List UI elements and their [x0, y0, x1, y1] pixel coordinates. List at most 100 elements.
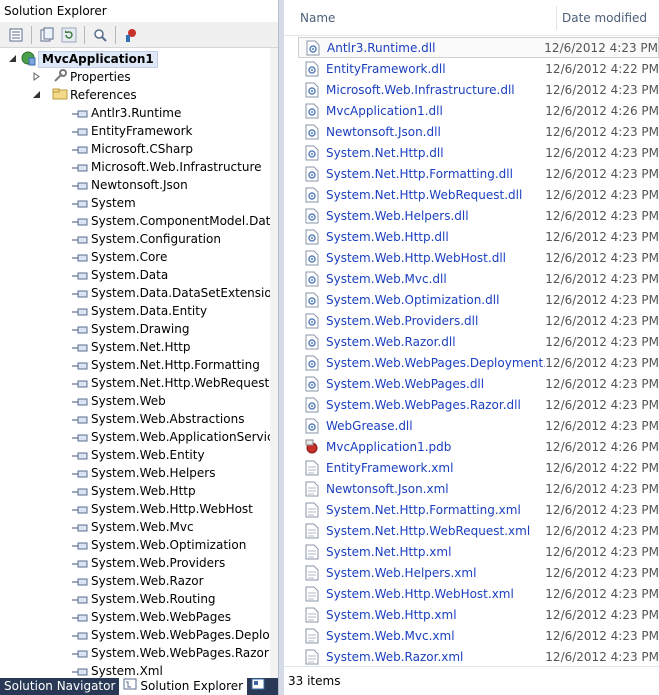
file-row[interactable]: Newtonsoft.Json.xml 12/6/2012 4:23 PM — [298, 478, 659, 499]
column-header-date[interactable]: Date modified — [546, 0, 659, 36]
assembly-reference-icon — [72, 252, 88, 262]
tree-node-reference[interactable]: System.Web.Razor — [72, 572, 204, 590]
tree-node-reference[interactable]: System.Web.Entity — [72, 446, 205, 464]
tree-node-reference[interactable]: EntityFramework — [72, 122, 192, 140]
tree-node-reference[interactable]: Antlr3.Runtime — [72, 104, 181, 122]
file-date-modified: 12/6/2012 4:23 PM — [545, 292, 659, 307]
file-row[interactable]: System.Net.Http.xml 12/6/2012 4:23 PM — [298, 541, 659, 562]
tree-node-reference[interactable]: System — [72, 194, 136, 212]
tree-node-reference[interactable]: System.Web.Providers — [72, 554, 225, 572]
file-date-modified: 12/6/2012 4:23 PM — [545, 124, 659, 139]
tree-node-reference[interactable]: System.Net.Http — [72, 338, 191, 356]
tree-node-reference[interactable]: System.ComponentModel.DataAnnotations — [72, 212, 278, 230]
tree-node-reference[interactable]: Microsoft.CSharp — [72, 140, 193, 158]
file-row[interactable]: EntityFramework.dll 12/6/2012 4:22 PM — [298, 58, 659, 79]
tree-node-properties[interactable]: Properties — [32, 68, 131, 86]
tree-node-reference[interactable]: System.Web.WebPages — [72, 608, 231, 626]
tree-node-reference[interactable]: System.Web.Http — [72, 482, 196, 500]
file-row[interactable]: System.Net.Http.WebRequest.xml 12/6/2012 … — [298, 520, 659, 541]
tree-node-reference[interactable]: Microsoft.Web.Infrastructure — [72, 158, 262, 176]
file-row[interactable]: WebGrease.dll 12/6/2012 4:23 PM — [298, 415, 659, 436]
file-row[interactable]: System.Web.Http.WebHost.dll 12/6/2012 4:2… — [298, 247, 659, 268]
tab-solution-explorer[interactable]: Solution Explorer — [119, 678, 248, 695]
assembly-reference-icon — [72, 288, 88, 298]
dll-file-icon — [304, 145, 320, 161]
tree-node-reference[interactable]: System.Net.Http.WebRequest — [72, 374, 269, 392]
properties-icon[interactable] — [6, 25, 26, 45]
tree-node-reference[interactable]: System.Web.Abstractions — [72, 410, 244, 428]
tree-node-reference[interactable]: System.Xml — [72, 662, 163, 678]
tree-node-reference[interactable]: System.Web.Optimization — [72, 536, 246, 554]
file-row[interactable]: System.Net.Http.Formatting.xml 12/6/2012 … — [298, 499, 659, 520]
tree-scrollbar[interactable] — [270, 48, 278, 678]
file-row[interactable]: System.Web.Helpers.xml 12/6/2012 4:23 PM — [298, 562, 659, 583]
file-name: EntityFramework.xml — [326, 460, 454, 475]
xml-file-icon — [304, 628, 320, 644]
expand-arrow-icon[interactable] — [32, 70, 52, 84]
file-row[interactable]: Newtonsoft.Json.dll 12/6/2012 4:23 PM — [298, 121, 659, 142]
tree-node-reference[interactable]: Newtonsoft.Json — [72, 176, 188, 194]
file-row[interactable]: System.Web.WebPages.dll 12/6/2012 4:23 PM — [298, 373, 659, 394]
xml-file-icon — [304, 544, 320, 560]
dll-file-icon — [304, 376, 320, 392]
file-row[interactable]: System.Web.Http.xml 12/6/2012 4:23 PM — [298, 604, 659, 625]
file-name: System.Web.WebPages.Deployment.dll — [326, 355, 546, 370]
toolbar-separator — [84, 25, 85, 44]
tree-node-reference[interactable]: System.Data.DataSetExtensions — [72, 284, 278, 302]
tree-node-reference[interactable]: System.Data.Entity — [72, 302, 207, 320]
tree-node-reference[interactable]: System.Web — [72, 392, 166, 410]
tree-node-project[interactable]: MvcApplication1 — [8, 50, 158, 68]
refresh-icon[interactable] — [59, 25, 79, 45]
assembly-reference-icon — [72, 540, 88, 550]
file-name: System.Web.WebPages.Razor.dll — [326, 397, 521, 412]
reference-label: System.Web.WebPages.Razor — [91, 646, 269, 660]
tree-node-reference[interactable]: System.Net.Http.Formatting — [72, 356, 260, 374]
file-row[interactable]: System.Web.Optimization.dll 12/6/2012 4:2… — [298, 289, 659, 310]
references-label: References — [70, 88, 137, 102]
tree-node-reference[interactable]: System.Web.WebPages.Razor — [72, 644, 269, 662]
file-row[interactable]: System.Web.Mvc.dll 12/6/2012 4:23 PM — [298, 268, 659, 289]
assembly-reference-icon — [72, 198, 88, 208]
tree-node-reference[interactable]: System.Web.WebPages.Deployment — [72, 626, 278, 644]
file-row[interactable]: System.Web.Http.WebHost.xml 12/6/2012 4:2… — [298, 583, 659, 604]
tab-solution-navigator[interactable]: Solution Navigator — [0, 678, 119, 695]
tab-class-view[interactable] — [247, 678, 269, 695]
file-row[interactable]: System.Web.Razor.xml 12/6/2012 4:23 PM — [298, 646, 659, 667]
file-row[interactable]: System.Web.Helpers.dll 12/6/2012 4:23 PM — [298, 205, 659, 226]
file-row[interactable]: System.Web.Providers.dll 12/6/2012 4:23 P… — [298, 310, 659, 331]
file-row[interactable]: MvcApplication1.dll 12/6/2012 4:26 PM — [298, 100, 659, 121]
assembly-reference-icon — [72, 270, 88, 280]
tree-node-reference[interactable]: System.Web.Routing — [72, 590, 216, 608]
file-row[interactable]: System.Web.WebPages.Deployment.dll 12/6/2… — [298, 352, 659, 373]
file-row[interactable]: Antlr3.Runtime.dll 12/6/2012 4:23 PM — [298, 37, 659, 58]
file-row[interactable]: MvcApplication1.pdb 12/6/2012 4:26 PM — [298, 436, 659, 457]
reference-label: System.Web.Http.WebHost — [91, 502, 253, 516]
file-name: System.Web.Razor.xml — [326, 649, 464, 664]
collapse-arrow-icon[interactable] — [8, 52, 20, 66]
tree-node-reference[interactable]: System.Core — [72, 248, 167, 266]
collapse-arrow-icon[interactable] — [32, 88, 52, 102]
tree-node-reference[interactable]: System.Web.Http.WebHost — [72, 500, 253, 518]
file-row[interactable]: System.Web.WebPages.Razor.dll 12/6/2012 4… — [298, 394, 659, 415]
tree-node-reference[interactable]: System.Drawing — [72, 320, 189, 338]
pending-changes-icon[interactable] — [121, 25, 141, 45]
tree-node-reference[interactable]: System.Configuration — [72, 230, 221, 248]
file-row[interactable]: Microsoft.Web.Infrastructure.dll 12/6/201… — [298, 79, 659, 100]
file-row[interactable]: System.Web.Http.dll 12/6/2012 4:23 PM — [298, 226, 659, 247]
view-class-diagram-icon[interactable] — [90, 25, 110, 45]
file-row[interactable]: System.Net.Http.WebRequest.dll 12/6/2012 … — [298, 184, 659, 205]
dll-file-icon — [304, 229, 320, 245]
file-row[interactable]: EntityFramework.xml 12/6/2012 4:22 PM — [298, 457, 659, 478]
file-row[interactable]: System.Net.Http.Formatting.dll 12/6/2012 … — [298, 163, 659, 184]
column-header-name[interactable]: Name — [284, 0, 546, 36]
tree-node-reference[interactable]: System.Data — [72, 266, 168, 284]
file-row[interactable]: System.Web.Razor.dll 12/6/2012 4:23 PM — [298, 331, 659, 352]
tree-node-reference[interactable]: System.Web.Mvc — [72, 518, 194, 536]
tree-node-reference[interactable]: System.Web.Helpers — [72, 464, 215, 482]
file-row[interactable]: System.Net.Http.dll 12/6/2012 4:23 PM — [298, 142, 659, 163]
file-row[interactable]: System.Web.Mvc.xml 12/6/2012 4:23 PM — [298, 625, 659, 646]
file-name: System.Net.Http.xml — [326, 544, 452, 559]
show-all-files-icon[interactable] — [37, 25, 57, 45]
tree-node-reference[interactable]: System.Web.ApplicationServices — [72, 428, 278, 446]
tree-node-references[interactable]: References — [32, 86, 137, 104]
